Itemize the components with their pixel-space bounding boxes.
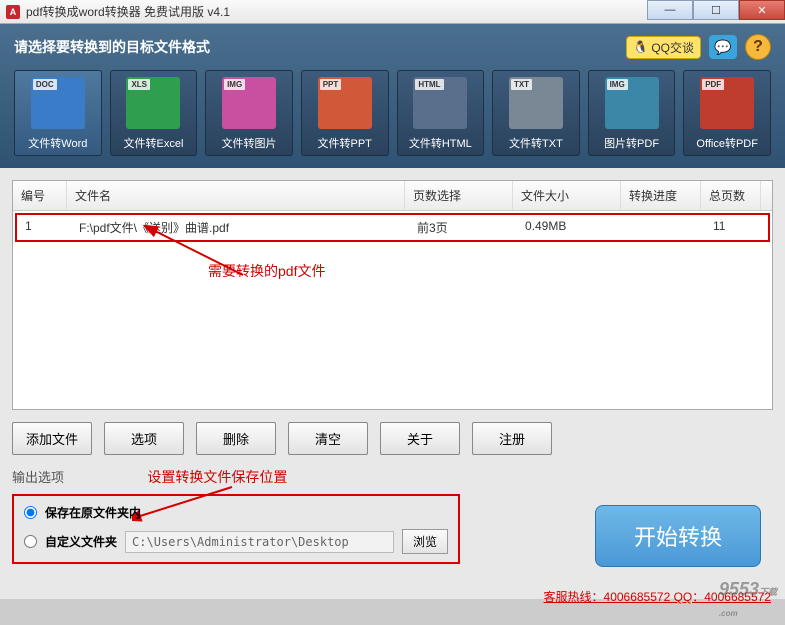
file-table: 编号 文件名 页数选择 文件大小 转换进度 总页数 1 F:\pdf文件\《送别… bbox=[12, 180, 773, 410]
minimize-button[interactable]: — bbox=[647, 0, 693, 20]
radio-same-label: 保存在原文件夹内 bbox=[45, 504, 141, 521]
tile-label: 文件转Excel bbox=[115, 135, 193, 151]
header-prompt: 请选择要转换到的目标文件格式 bbox=[14, 37, 210, 57]
th-total: 总页数 bbox=[701, 181, 761, 210]
tile-icon: XLS bbox=[126, 77, 180, 129]
output-box: 保存在原文件夹内 自定义文件夹 浏览 bbox=[12, 494, 460, 564]
about-button[interactable]: 关于 bbox=[380, 422, 460, 455]
td-pages: 前3页 bbox=[409, 215, 517, 240]
tile-icon: DOC bbox=[31, 77, 85, 129]
maximize-button[interactable]: ☐ bbox=[693, 0, 739, 20]
format-tile-0[interactable]: DOC 文件转Word bbox=[14, 70, 102, 156]
format-tile-5[interactable]: TXT 文件转TXT bbox=[492, 70, 580, 156]
tile-label: 文件转HTML bbox=[402, 135, 480, 151]
app-window: A pdf转换成word转换器 免费试用版 v4.1 — ☐ ✕ 请选择要转换到… bbox=[0, 0, 785, 625]
tile-icon: IMG bbox=[222, 77, 276, 129]
tile-label: 文件转Word bbox=[19, 135, 97, 151]
th-progress: 转换进度 bbox=[621, 181, 701, 210]
delete-button[interactable]: 删除 bbox=[196, 422, 276, 455]
watermark: 9553下载.com bbox=[719, 579, 777, 621]
tile-icon: TXT bbox=[509, 77, 563, 129]
td-total: 11 bbox=[705, 215, 765, 240]
format-tile-2[interactable]: IMG 文件转图片 bbox=[205, 70, 293, 156]
radio-same-input[interactable] bbox=[24, 506, 37, 519]
tile-label: 文件转图片 bbox=[210, 135, 288, 151]
tile-icon: HTML bbox=[413, 77, 467, 129]
table-row[interactable]: 1 F:\pdf文件\《送别》曲谱.pdf 前3页 0.49MB 11 bbox=[15, 213, 770, 242]
chat-icon[interactable]: 💬 bbox=[709, 35, 737, 59]
annotation-file-note: 需要转换的pdf文件 bbox=[208, 261, 325, 281]
th-num: 编号 bbox=[13, 181, 67, 210]
format-tile-4[interactable]: HTML 文件转HTML bbox=[397, 70, 485, 156]
header-section: 请选择要转换到的目标文件格式 🐧QQ交谈 💬 ? DOC 文件转Word XLS 文件… bbox=[0, 24, 785, 168]
format-tile-3[interactable]: PPT 文件转PPT bbox=[301, 70, 389, 156]
annotation-output-note: 设置转换文件保存位置 bbox=[147, 469, 287, 485]
radio-custom-folder[interactable]: 自定义文件夹 浏览 bbox=[24, 529, 448, 554]
close-button[interactable]: ✕ bbox=[739, 0, 785, 20]
clear-button[interactable]: 清空 bbox=[288, 422, 368, 455]
register-button[interactable]: 注册 bbox=[472, 422, 552, 455]
window-title: pdf转换成word转换器 免费试用版 v4.1 bbox=[26, 3, 230, 20]
output-title: 输出选项 bbox=[12, 467, 64, 486]
button-row: 添加文件 选项 删除 清空 关于 注册 bbox=[12, 422, 773, 455]
tile-label: 文件转PPT bbox=[306, 135, 384, 151]
radio-custom-label: 自定义文件夹 bbox=[45, 533, 117, 550]
tile-label: 文件转TXT bbox=[497, 135, 575, 151]
options-button[interactable]: 选项 bbox=[104, 422, 184, 455]
td-num: 1 bbox=[17, 215, 71, 240]
qq-icon: 🐧 bbox=[633, 40, 648, 54]
main-area: 编号 文件名 页数选择 文件大小 转换进度 总页数 1 F:\pdf文件\《送别… bbox=[0, 168, 785, 599]
th-name: 文件名 bbox=[67, 181, 405, 210]
format-tile-7[interactable]: PDF Office转PDF bbox=[683, 70, 771, 156]
tile-label: Office转PDF bbox=[688, 135, 766, 151]
start-convert-button[interactable]: 开始转换 bbox=[595, 505, 761, 567]
tile-label: 图片转PDF bbox=[593, 135, 671, 151]
table-header: 编号 文件名 页数选择 文件大小 转换进度 总页数 bbox=[13, 181, 772, 211]
path-input[interactable] bbox=[125, 531, 394, 553]
format-tile-6[interactable]: IMG 图片转PDF bbox=[588, 70, 676, 156]
td-progress bbox=[625, 215, 705, 240]
app-icon: A bbox=[6, 5, 20, 19]
titlebar: A pdf转换成word转换器 免费试用版 v4.1 — ☐ ✕ bbox=[0, 0, 785, 24]
add-file-button[interactable]: 添加文件 bbox=[12, 422, 92, 455]
browse-button[interactable]: 浏览 bbox=[402, 529, 448, 554]
tile-icon: PPT bbox=[318, 77, 372, 129]
radio-custom-input[interactable] bbox=[24, 535, 37, 548]
format-tile-1[interactable]: XLS 文件转Excel bbox=[110, 70, 198, 156]
format-tiles: DOC 文件转Word XLS 文件转Excel IMG 文件转图片 PPT 文件转PPT HT… bbox=[14, 70, 771, 156]
th-pages: 页数选择 bbox=[405, 181, 513, 210]
tile-icon: IMG bbox=[605, 77, 659, 129]
qq-chat-button[interactable]: 🐧QQ交谈 bbox=[626, 36, 701, 59]
tile-icon: PDF bbox=[700, 77, 754, 129]
help-icon[interactable]: ? bbox=[745, 34, 771, 60]
td-size: 0.49MB bbox=[517, 215, 625, 240]
radio-same-folder[interactable]: 保存在原文件夹内 bbox=[24, 504, 448, 521]
window-controls: — ☐ ✕ bbox=[647, 0, 785, 20]
th-size: 文件大小 bbox=[513, 181, 621, 210]
td-name: F:\pdf文件\《送别》曲谱.pdf bbox=[71, 215, 409, 240]
